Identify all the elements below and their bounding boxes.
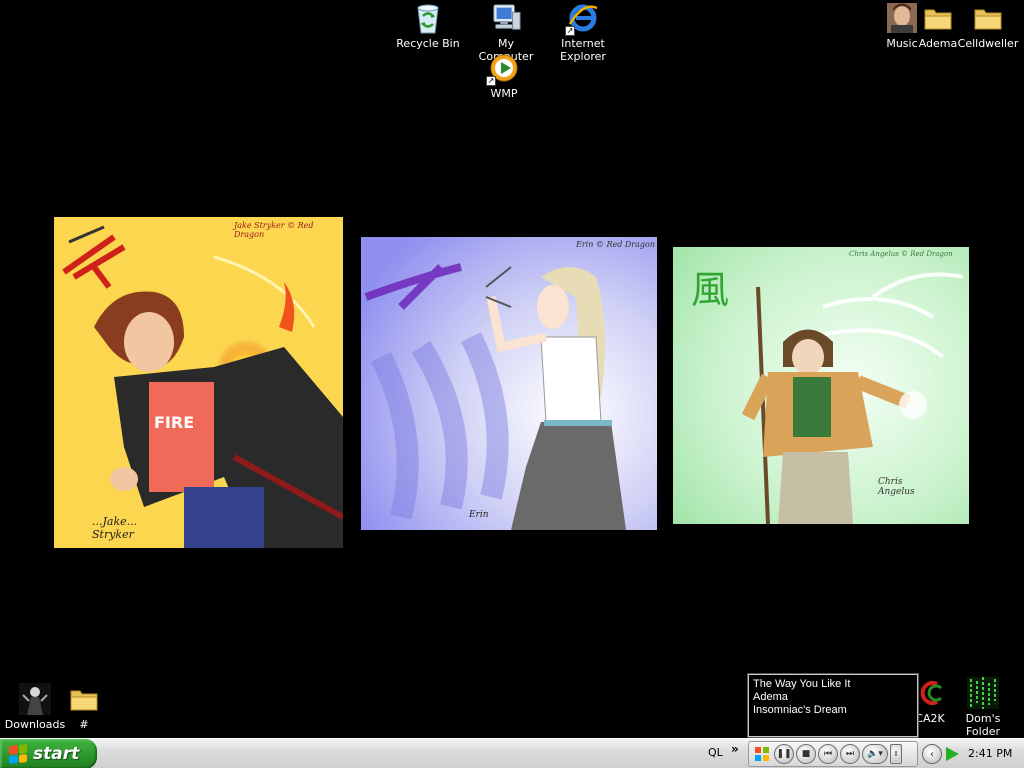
recycle-bin-shortcut[interactable]: Recycle Bin (393, 2, 463, 50)
internet-explorer-shortcut[interactable]: ↗ Internet Explorer (548, 2, 618, 63)
adema-folder-icon (922, 2, 954, 34)
wmp-mini-player: ❚❚ ■ ⏮ ⏭ 🔈▾ ⇕ (748, 741, 918, 767)
doms-folder-icon (967, 677, 999, 709)
toolbar-chevron-icon[interactable]: » (731, 742, 739, 756)
stop-button[interactable]: ■ (796, 744, 816, 764)
previous-icon: ⏮ (823, 749, 833, 759)
artwork-jake-stryker: FIRE Jake Stryker © Red Dragon ...Jake..… (54, 217, 343, 548)
track-artist: Adema (753, 691, 788, 703)
celldweller-folder-icon (972, 2, 1004, 34)
recycle-bin-icon (412, 2, 444, 34)
doms-folder-shortcut[interactable]: Dom's Folder (947, 677, 1019, 738)
previous-button[interactable]: ⏮ (818, 744, 838, 764)
now-playing-popup: The Way You Like It Adema Insomniac's Dr… (747, 673, 919, 738)
next-button[interactable]: ⏭ (840, 744, 860, 764)
my-computer-icon (490, 2, 522, 34)
play-tray-icon[interactable] (944, 746, 960, 765)
chevron-left-icon: ‹ (930, 748, 934, 760)
system-tray: ‹ 2:41 PM (920, 739, 1024, 768)
hash-folder[interactable]: # (49, 683, 119, 731)
artwork-credit: Chris Angelus © Red Dragon (849, 250, 953, 258)
celldweller-folder[interactable]: Celldweller (953, 2, 1023, 50)
quick-launch-label[interactable]: QL (708, 746, 723, 759)
shortcut-arrow-icon: ↗ (565, 26, 575, 36)
wind-glyph: 風 (691, 268, 730, 312)
windows-flag-icon[interactable] (752, 744, 772, 764)
volume-button[interactable]: 🔈▾ (862, 744, 888, 764)
artwork-erin: Erin © Red Dragon Erin (361, 237, 657, 530)
hash-folder-icon (68, 683, 100, 715)
restore-icon: ⇕ (893, 750, 899, 758)
internet-explorer-icon: ↗ (565, 2, 599, 36)
downloads-icon (19, 683, 51, 715)
artwork-signature: Chris Angelus (878, 477, 915, 497)
artwork-signature: ...Jake... Stryker (92, 515, 138, 541)
windows-logo-icon (9, 744, 27, 764)
wmp-icon: ↗ (486, 52, 520, 86)
pause-icon: ❚❚ (776, 749, 792, 759)
wmp-shortcut[interactable]: ↗ WMP (469, 52, 539, 100)
ca2k-icon (914, 677, 946, 709)
shirt-text: FIRE (154, 413, 195, 432)
shortcut-arrow-icon: ↗ (486, 76, 496, 86)
volume-icon: 🔈▾ (867, 749, 883, 759)
artwork-credit: Erin © Red Dragon (576, 240, 655, 249)
artwork-chris-angelus: 風 Chris Angelus © Red Dragon Chris Angel… (673, 247, 969, 524)
artwork-signature: Erin (469, 510, 489, 520)
stop-icon: ■ (801, 749, 811, 759)
artwork-credit: Jake Stryker © Red Dragon (234, 221, 314, 239)
clock[interactable]: 2:41 PM (968, 747, 1012, 760)
pause-button[interactable]: ❚❚ (774, 744, 794, 764)
start-label: start (33, 744, 80, 764)
tray-expand-button[interactable]: ‹ (922, 744, 942, 764)
track-album: Insomniac's Dream (753, 704, 847, 716)
start-button[interactable]: start (0, 739, 97, 768)
taskbar: start QL » ❚❚ ■ ⏮ ⏭ 🔈▾ ⇕ ‹ 2:41 PM (0, 738, 1024, 768)
track-title: The Way You Like It (753, 678, 851, 690)
restore-player-button[interactable]: ⇕ (890, 744, 902, 764)
next-icon: ⏭ (845, 749, 855, 759)
